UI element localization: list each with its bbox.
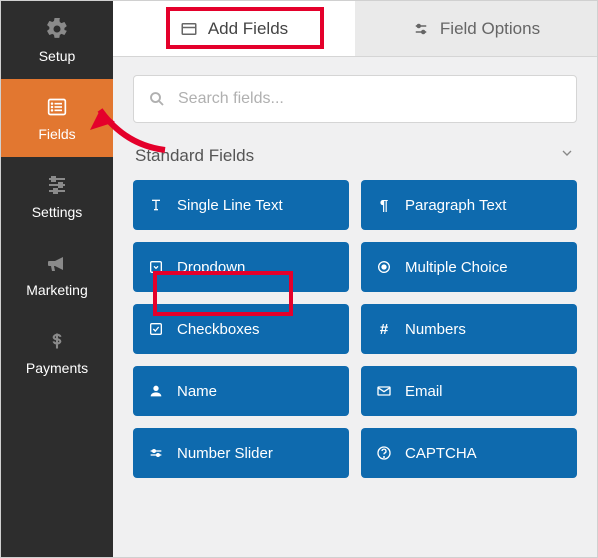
field-label: CAPTCHA (405, 445, 477, 462)
slider-icon (147, 444, 165, 462)
field-label: Dropdown (177, 259, 245, 276)
form-icon (180, 20, 198, 38)
envelope-icon (375, 382, 393, 400)
paragraph-icon: ¶ (375, 196, 393, 214)
field-label: Numbers (405, 321, 466, 338)
section-header[interactable]: Standard Fields (133, 145, 577, 166)
sidebar-item-fields[interactable]: Fields (1, 79, 113, 157)
app-root: Setup Fields Settings Marketing Payments (1, 1, 597, 557)
field-numbers[interactable]: # Numbers (361, 304, 577, 354)
sidebar-item-setup[interactable]: Setup (1, 1, 113, 79)
content: Standard Fields Single Line Text ¶ Parag… (113, 57, 597, 496)
dropdown-icon (147, 258, 165, 276)
person-icon (147, 382, 165, 400)
sidebar-item-settings[interactable]: Settings (1, 157, 113, 235)
section-title: Standard Fields (135, 146, 254, 166)
sidebar-item-marketing[interactable]: Marketing (1, 235, 113, 313)
search-icon (148, 90, 166, 108)
gear-icon (44, 16, 70, 42)
tab-label: Field Options (440, 19, 540, 39)
field-captcha[interactable]: CAPTCHA (361, 428, 577, 478)
field-label: Email (405, 383, 443, 400)
sidebar-item-label: Marketing (26, 282, 87, 298)
chevron-down-icon (559, 145, 575, 166)
hash-icon: # (375, 320, 393, 338)
list-icon (44, 94, 70, 120)
field-label: Paragraph Text (405, 197, 506, 214)
field-label: Single Line Text (177, 197, 283, 214)
field-name[interactable]: Name (133, 366, 349, 416)
field-label: Number Slider (177, 445, 273, 462)
sliders-icon (44, 172, 70, 198)
dollar-icon (44, 328, 70, 354)
field-paragraph-text[interactable]: ¶ Paragraph Text (361, 180, 577, 230)
captcha-icon (375, 444, 393, 462)
field-multiple-choice[interactable]: Multiple Choice (361, 242, 577, 292)
field-checkboxes[interactable]: Checkboxes (133, 304, 349, 354)
field-label: Multiple Choice (405, 259, 508, 276)
field-label: Checkboxes (177, 321, 260, 338)
sidebar-item-label: Settings (32, 204, 83, 220)
fields-grid: Single Line Text ¶ Paragraph Text Dropdo… (133, 180, 577, 478)
sidebar-item-label: Payments (26, 360, 88, 376)
tabs: Add Fields Field Options (113, 1, 597, 57)
tab-label: Add Fields (208, 19, 288, 39)
text-icon (147, 196, 165, 214)
field-number-slider[interactable]: Number Slider (133, 428, 349, 478)
field-dropdown[interactable]: Dropdown (133, 242, 349, 292)
field-label: Name (177, 383, 217, 400)
bullhorn-icon (44, 250, 70, 276)
main-panel: Add Fields Field Options Standard Fields (113, 1, 597, 557)
tab-field-options[interactable]: Field Options (355, 1, 597, 56)
sidebar-item-label: Fields (38, 126, 75, 142)
search-input[interactable] (178, 90, 562, 108)
field-email[interactable]: Email (361, 366, 577, 416)
options-icon (412, 20, 430, 38)
checkbox-icon (147, 320, 165, 338)
tab-add-fields[interactable]: Add Fields (113, 1, 355, 56)
sidebar-item-payments[interactable]: Payments (1, 313, 113, 391)
radio-icon (375, 258, 393, 276)
sidebar-item-label: Setup (39, 48, 76, 64)
field-single-line-text[interactable]: Single Line Text (133, 180, 349, 230)
sidebar: Setup Fields Settings Marketing Payments (1, 1, 113, 557)
search-wrap[interactable] (133, 75, 577, 123)
